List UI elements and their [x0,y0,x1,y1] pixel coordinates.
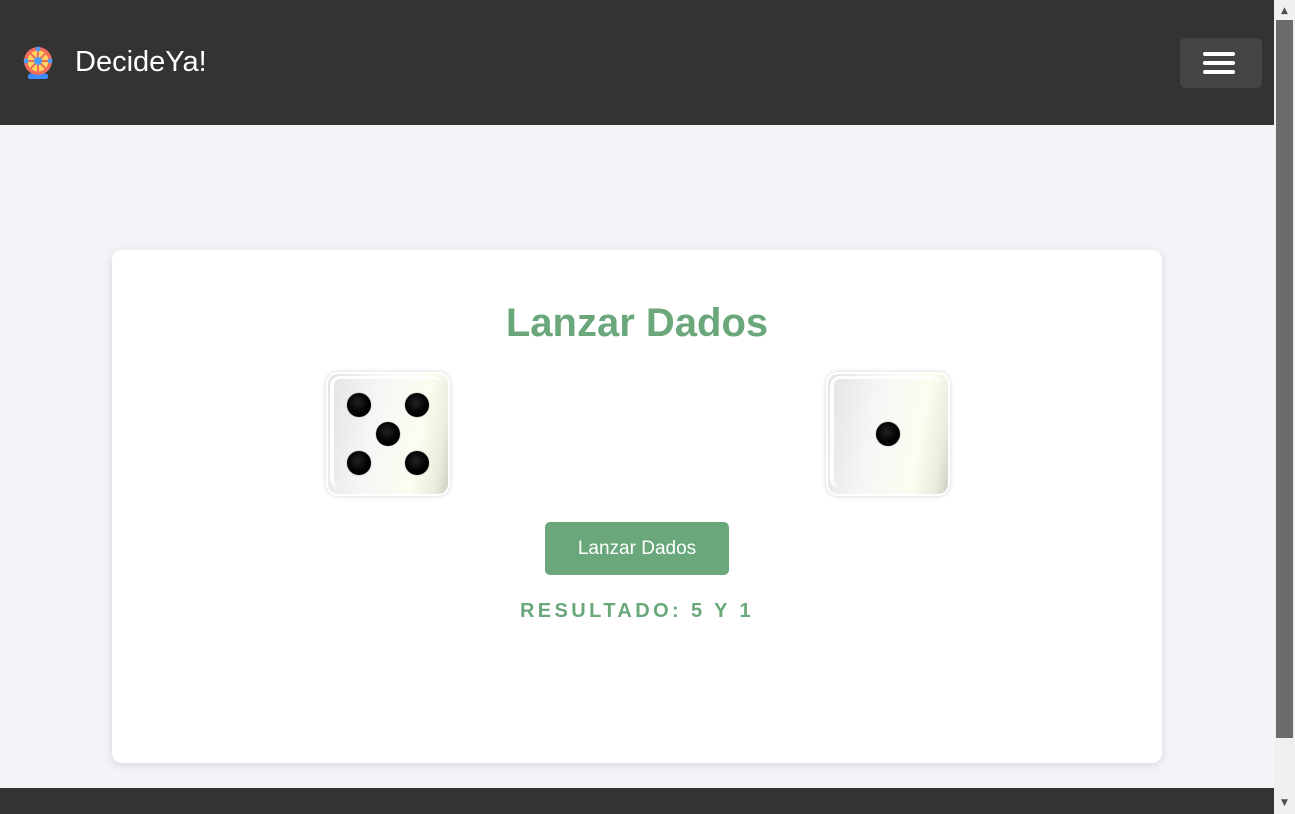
die-left [326,372,450,496]
scroll-up-arrow[interactable]: ▲ [1274,2,1295,20]
footer [0,788,1274,814]
navbar: DecideYa! [0,0,1274,125]
roll-dice-button[interactable]: Lanzar Dados [545,522,729,575]
die-pip [347,393,371,417]
dice-card: Lanzar Dados Lanzar Dados Resultado: 5 y… [112,250,1162,763]
die-pip [876,422,900,446]
ferris-wheel-icon[interactable] [22,45,54,81]
scroll-thumb[interactable] [1276,20,1293,738]
die-pip [405,393,429,417]
die-pip [376,422,400,446]
brand-name[interactable]: DecideYa! [75,44,207,80]
menu-button[interactable] [1180,38,1262,88]
die-pip [347,451,371,475]
scrollbar[interactable]: ▲ ▼ [1274,0,1295,814]
scroll-down-arrow[interactable]: ▼ [1274,794,1295,812]
result-text: Resultado: 5 y 1 [519,600,755,622]
main-content: Lanzar Dados Lanzar Dados Resultado: 5 y… [0,125,1274,788]
die-right [826,372,950,496]
die-pip [405,451,429,475]
page-title: Lanzar Dados [505,301,769,345]
